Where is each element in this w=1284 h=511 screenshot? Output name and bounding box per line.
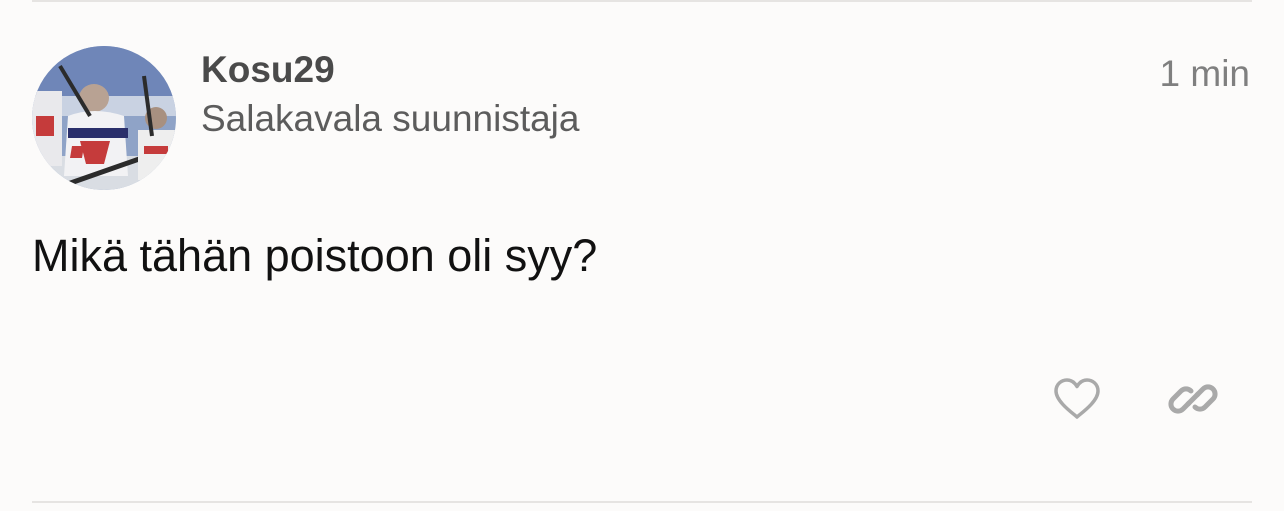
- link-icon: [1168, 384, 1218, 414]
- bottom-divider: [32, 501, 1252, 503]
- share-link-button[interactable]: [1166, 372, 1220, 426]
- avatar-image: [32, 46, 176, 190]
- author-title: Salakavala suunnistaja: [201, 98, 580, 139]
- post-timestamp[interactable]: 1 min: [1160, 52, 1250, 96]
- like-button[interactable]: [1050, 372, 1104, 426]
- avatar[interactable]: [32, 46, 176, 190]
- top-divider: [32, 0, 1252, 2]
- post-content: Mikä tähän poistoon oli syy?: [32, 230, 598, 281]
- post: Kosu29 Salakavala suunnistaja 1 min Mikä…: [0, 0, 1284, 511]
- author-username[interactable]: Kosu29: [201, 48, 335, 92]
- heart-icon: [1054, 378, 1100, 419]
